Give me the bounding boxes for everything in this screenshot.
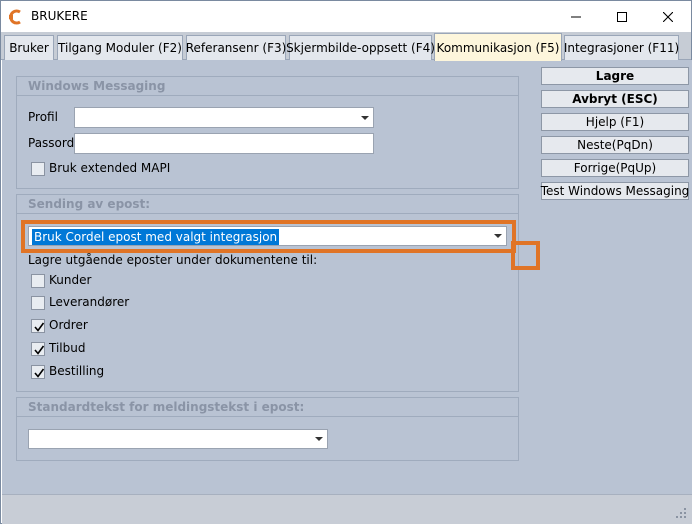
bestilling-checkbox[interactable]: [31, 365, 45, 379]
hjelp-button[interactable]: Hjelp (F1): [541, 113, 689, 131]
close-button[interactable]: [645, 1, 691, 32]
extended-mapi-checkbox[interactable]: [31, 162, 45, 176]
app-logo-icon: [9, 9, 21, 25]
standardtekst-title: Standardtekst for meldingstekst i epost:: [17, 398, 518, 417]
passord-label: Passord: [28, 136, 75, 150]
title-bar: BRUKERE: [1, 1, 691, 32]
tab-kommunikasjon[interactable]: Kommunikasjon (F5): [434, 33, 562, 61]
chevron-down-icon: [361, 115, 369, 120]
lagre-button[interactable]: Lagre: [541, 67, 689, 85]
kunder-label: Kunder: [49, 273, 92, 287]
kunder-checkbox[interactable]: [31, 274, 45, 288]
chevron-down-icon: [315, 437, 323, 441]
bestilling-label: Bestilling: [49, 364, 105, 378]
tab-label: Referansenr (F3): [185, 41, 287, 55]
standardtekst-combo[interactable]: [28, 429, 328, 449]
avbryt-button[interactable]: Avbryt (ESC): [541, 90, 689, 108]
tab-tilgang-moduler[interactable]: Tilgang Moduler (F2): [57, 35, 183, 60]
test-windows-messaging-button[interactable]: Test Windows Messaging: [541, 182, 689, 200]
avbryt-label: Avbryt (ESC): [572, 92, 658, 106]
resize-grip-icon[interactable]: [672, 504, 688, 520]
forrige-button[interactable]: Forrige(PqUp): [541, 159, 689, 177]
minimize-button[interactable]: [553, 1, 599, 32]
leverandorer-checkbox[interactable]: [31, 296, 45, 310]
tab-label: Kommunikasjon (F5): [436, 40, 560, 55]
highlight-frame: [21, 220, 516, 253]
sending-av-epost-title: Sending av epost:: [17, 195, 518, 214]
forrige-label: Forrige(PqUp): [573, 161, 657, 175]
profil-combo[interactable]: [74, 107, 374, 128]
kommunikasjon-panel: Windows Messaging Profil Passord Bruk ex…: [2, 60, 692, 494]
ordrer-checkbox[interactable]: [31, 319, 45, 333]
ordrer-label: Ordrer: [49, 318, 88, 332]
tab-label: Tilgang Moduler (F2): [58, 41, 182, 55]
minimize-icon: [571, 16, 581, 17]
tab-label: Bruker: [9, 41, 49, 55]
highlight-marker: [511, 241, 540, 270]
test-windows-messaging-label: Test Windows Messaging: [540, 184, 690, 198]
maximize-button[interactable]: [599, 1, 645, 32]
tab-bruker[interactable]: Bruker: [4, 35, 54, 60]
tilbud-checkbox[interactable]: [31, 342, 45, 356]
maximize-icon: [617, 11, 627, 22]
tilbud-label: Tilbud: [49, 341, 86, 355]
windows-messaging-group: Windows Messaging Profil Passord Bruk ex…: [16, 76, 519, 189]
tab-integrasjoner[interactable]: Integrasjoner (F11): [564, 35, 679, 60]
extended-mapi-label: Bruk extended MAPI: [49, 161, 171, 175]
tab-label: Integrasjoner (F11): [563, 41, 680, 55]
tab-bar: Bruker Tilgang Moduler (F2) Referansenr …: [1, 32, 691, 61]
profil-label: Profil: [28, 110, 58, 124]
tab-skjermbilde-oppsett[interactable]: Skjermbilde-oppsett (F4): [286, 35, 435, 60]
hjelp-label: Hjelp (F1): [585, 115, 645, 129]
brukere-window: BRUKERE Bruker Tilgang Moduler (F2) Refe…: [0, 0, 692, 524]
lagre-label: Lagre: [595, 69, 635, 83]
leverandorer-label: Leverandører: [49, 295, 130, 309]
status-bar: [2, 494, 692, 524]
save-location-label: Lagre utgående eposter under dokumentene…: [28, 253, 318, 267]
passord-field[interactable]: [74, 133, 374, 154]
window-title: BRUKERE: [31, 9, 88, 23]
checkmark-icon: [34, 345, 45, 355]
standardtekst-group: Standardtekst for meldingstekst i epost:: [16, 397, 519, 461]
windows-messaging-title: Windows Messaging: [17, 77, 518, 96]
neste-label: Neste(PqDn): [577, 138, 653, 152]
tab-label: Skjermbilde-oppsett (F4): [286, 41, 435, 55]
checkmark-icon: [34, 322, 45, 332]
tab-referansenr[interactable]: Referansenr (F3): [186, 35, 286, 60]
close-icon: [663, 11, 673, 22]
checkmark-icon: [34, 368, 45, 378]
neste-button[interactable]: Neste(PqDn): [541, 136, 689, 154]
